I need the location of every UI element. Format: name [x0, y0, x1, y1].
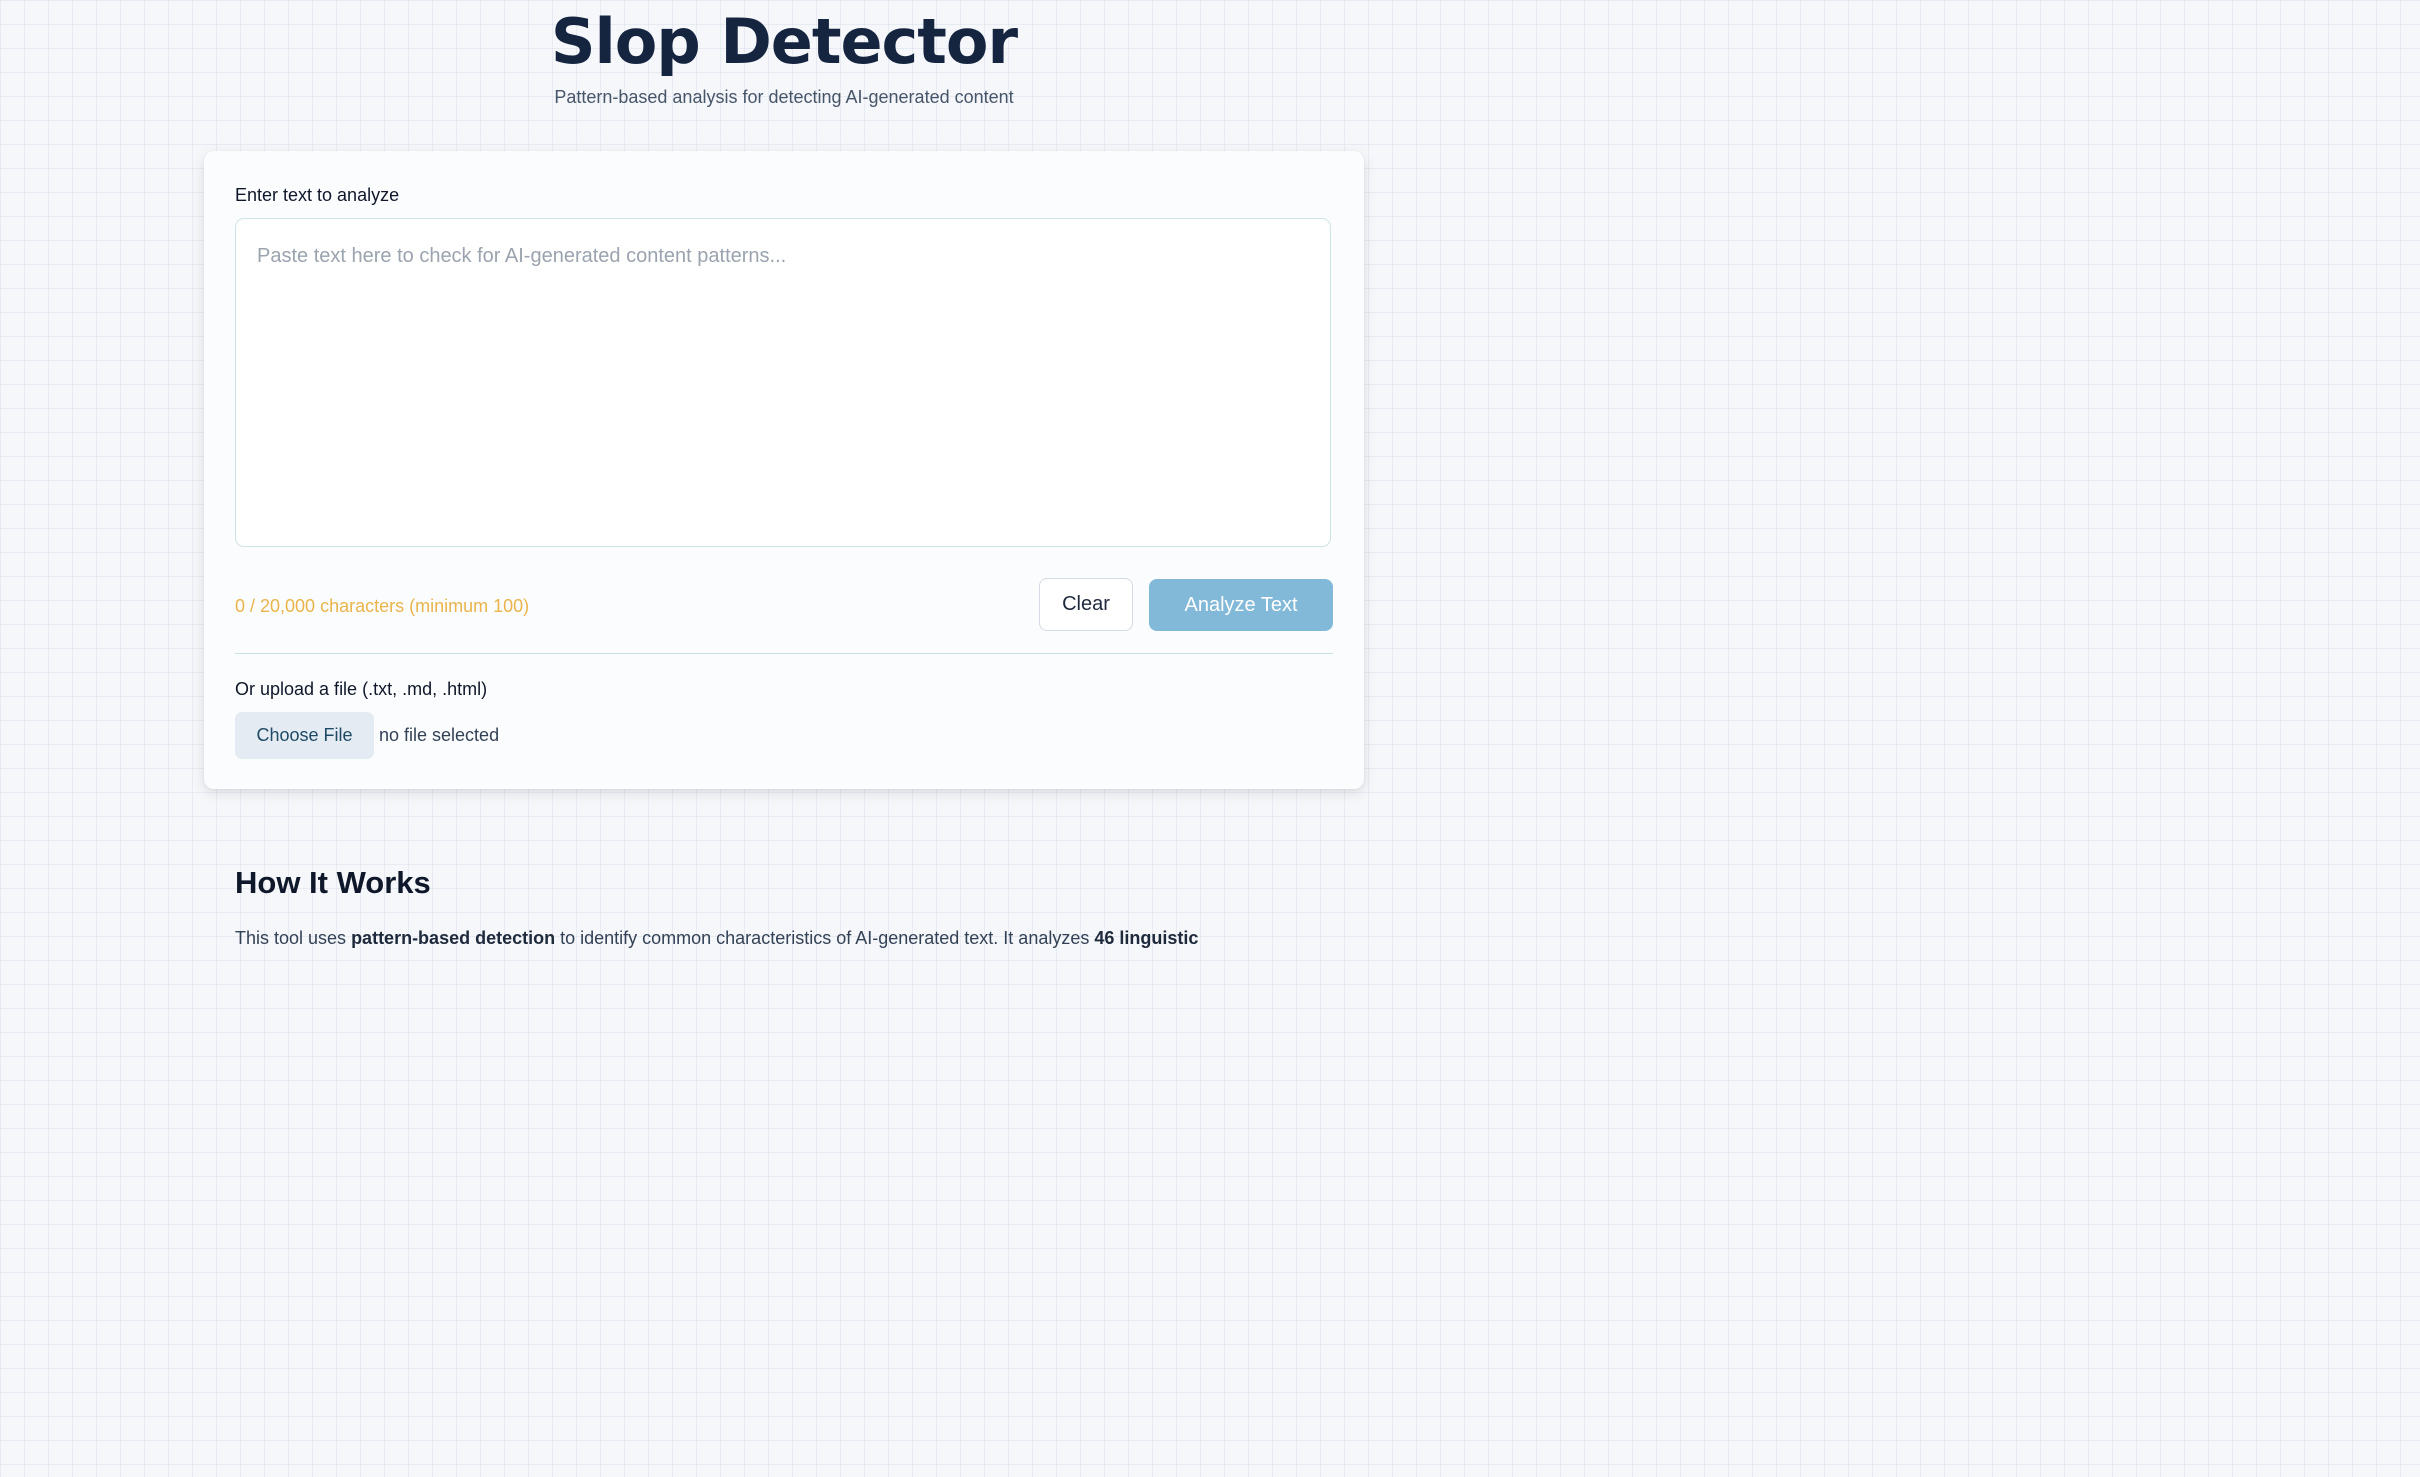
choose-file-button[interactable]: Choose File: [235, 712, 374, 759]
text-input-container: [235, 218, 1331, 547]
how-it-works-title: How It Works: [235, 865, 431, 900]
how-it-works-highlight: pattern-based detection: [351, 928, 556, 948]
section-divider: [235, 653, 1333, 654]
text-input-label: Enter text to analyze: [235, 185, 400, 205]
page-title: Slop Detector: [550, 5, 1018, 78]
text-input[interactable]: [236, 219, 1330, 546]
file-upload-label: Or upload a file (.txt, .md, .html): [235, 679, 488, 699]
clear-button[interactable]: Clear: [1039, 578, 1133, 631]
how-it-works-text: This tool uses pattern-based detection t…: [235, 925, 1335, 951]
file-status-text: no file selected: [379, 725, 500, 745]
character-counter: 0 / 20,000 characters (minimum 100): [235, 596, 530, 616]
how-it-works-text-part: to identify common characteristics of AI…: [555, 928, 1095, 948]
analyze-button[interactable]: Analyze Text: [1149, 579, 1333, 631]
how-it-works-highlight: 46 linguistic: [1094, 928, 1199, 948]
page-subtitle: Pattern-based analysis for detecting AI-…: [554, 87, 1014, 107]
how-it-works-text-part: This tool uses: [235, 928, 352, 948]
analyzer-card: Enter text to analyze 0 / 20,000 charact…: [204, 151, 1364, 789]
